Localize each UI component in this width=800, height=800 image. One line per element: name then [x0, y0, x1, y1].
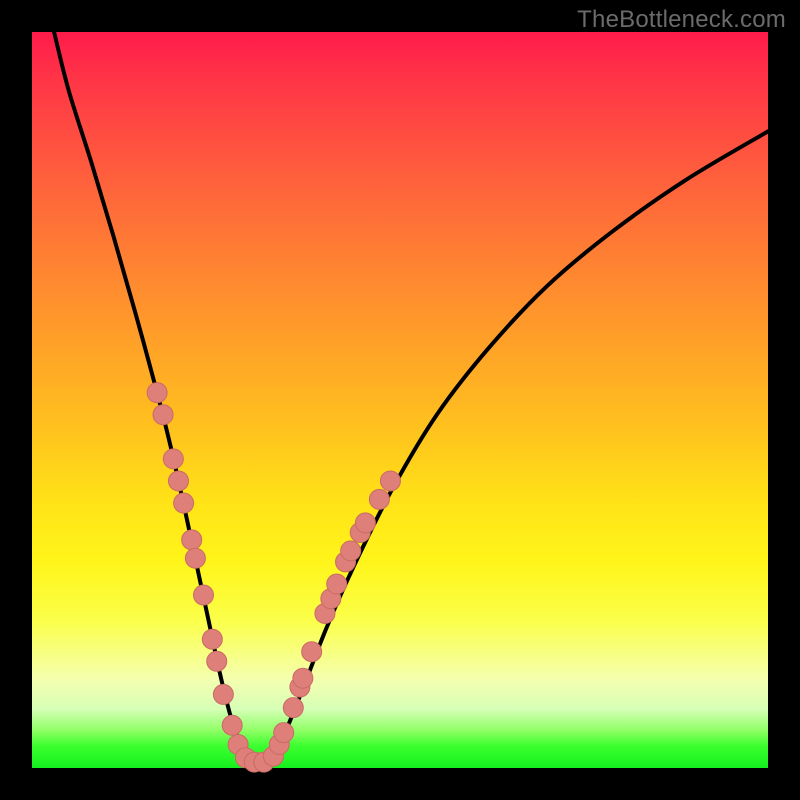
bottleneck-curve-svg — [32, 32, 768, 768]
curve-marker — [193, 585, 213, 605]
curve-marker — [222, 715, 242, 735]
curve-marker — [341, 541, 361, 561]
curve-marker — [163, 449, 183, 469]
curve-marker — [202, 629, 222, 649]
curve-marker — [274, 723, 294, 743]
curve-markers — [147, 383, 400, 772]
curve-marker — [293, 668, 313, 688]
curve-marker — [182, 530, 202, 550]
curve-marker — [283, 698, 303, 718]
watermark-text: TheBottleneck.com — [577, 6, 786, 34]
curve-marker — [185, 548, 205, 568]
curve-marker — [355, 513, 375, 533]
curve-marker — [168, 471, 188, 491]
curve-marker — [327, 574, 347, 594]
curve-marker — [380, 471, 400, 491]
curve-marker — [207, 651, 227, 671]
curve-marker — [302, 642, 322, 662]
chart-frame: TheBottleneck.com — [0, 0, 800, 800]
curve-marker — [153, 405, 173, 425]
curve-marker — [147, 383, 167, 403]
plot-area — [32, 32, 768, 768]
curve-marker — [369, 489, 389, 509]
curve-marker — [174, 493, 194, 513]
curve-marker — [213, 684, 233, 704]
